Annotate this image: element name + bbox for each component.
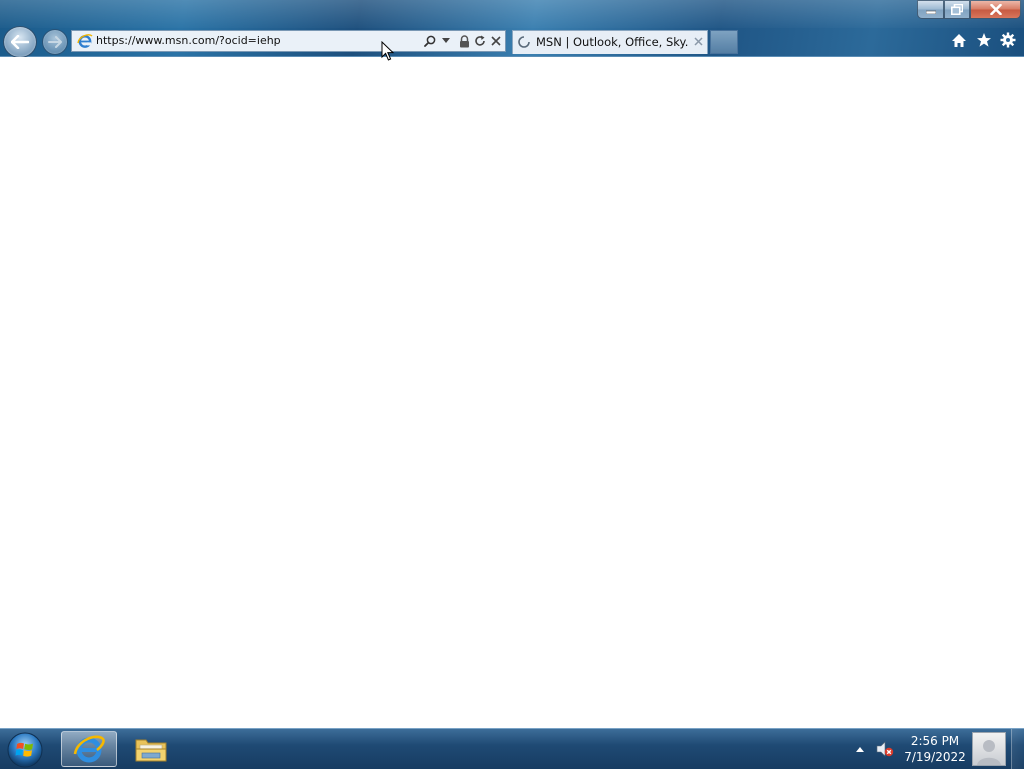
page-content[interactable] [0,57,1024,728]
lock-icon[interactable] [457,34,471,48]
show-desktop-button[interactable] [1011,729,1024,769]
home-icon[interactable] [950,31,968,49]
taskbar-item-windows-explorer[interactable] [123,731,179,767]
system-clock[interactable]: 2:56 PM 7/19/2022 [900,733,970,765]
loading-icon [518,36,530,48]
forward-arrow-icon [48,36,62,48]
user-avatar[interactable] [972,732,1006,766]
user-silhouette-icon [977,740,1001,765]
close-button[interactable] [970,0,1021,19]
minimize-button[interactable] [917,0,944,19]
back-arrow-icon [11,35,29,49]
address-bar[interactable] [71,30,506,52]
ie-logo-icon [73,735,105,763]
back-button[interactable] [3,26,37,58]
favorites-star-icon[interactable] [975,31,993,49]
start-button[interactable] [6,731,44,769]
close-icon [989,4,1002,15]
tab-title: MSN | Outlook, Office, Sky... [536,35,688,49]
taskbar: 2:56 PM 7/19/2022 [0,728,1024,769]
maximize-button[interactable] [944,0,970,19]
url-input[interactable] [96,31,414,51]
window-controls [917,0,1021,20]
refresh-icon[interactable] [473,34,487,48]
ie-logo-icon [77,34,93,48]
chevron-down-icon[interactable] [439,34,453,48]
stop-icon[interactable] [489,34,503,48]
browser-chrome: MSN | Outlook, Office, Sky... [0,0,1024,58]
new-tab-button[interactable] [710,30,738,54]
gear-icon[interactable] [999,31,1017,49]
volume-muted-icon[interactable] [876,741,894,757]
windows-start-icon [7,732,43,768]
clock-date: 7/19/2022 [904,750,966,764]
forward-button[interactable] [42,29,68,55]
taskbar-item-internet-explorer[interactable] [61,731,117,767]
up-arrow-icon[interactable] [855,745,865,753]
minimize-icon [925,10,936,14]
restore-icon [951,4,963,15]
mouse-cursor-icon [381,41,395,61]
clock-time: 2:56 PM [910,734,960,748]
search-icon[interactable] [423,34,437,48]
close-tab-icon[interactable] [692,35,704,47]
tab-msn[interactable]: MSN | Outlook, Office, Sky... [512,30,708,54]
folder-icon [135,739,167,762]
